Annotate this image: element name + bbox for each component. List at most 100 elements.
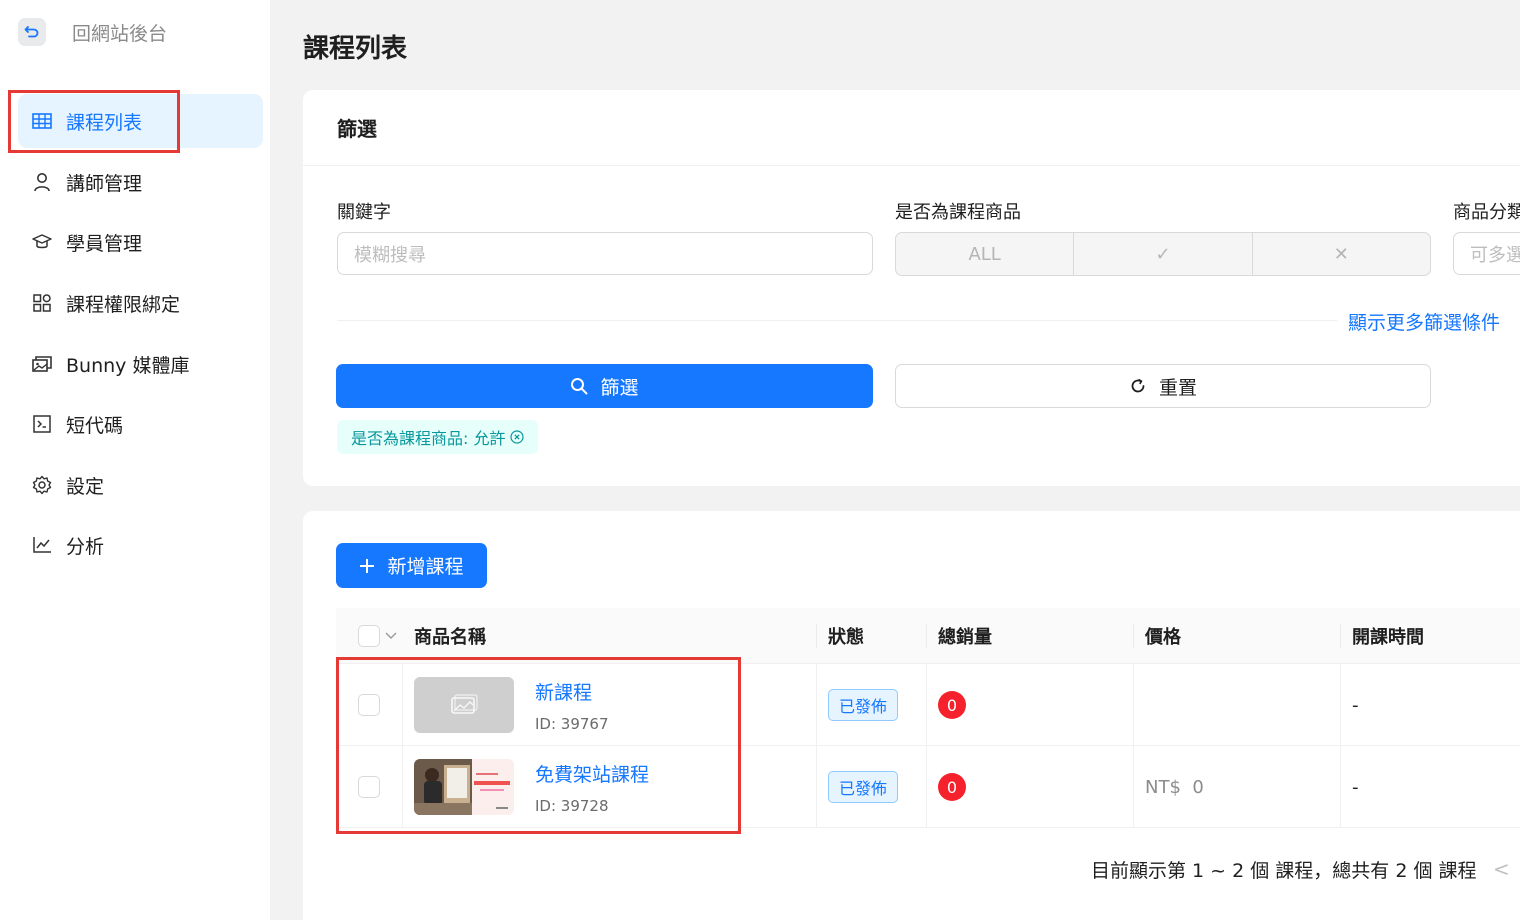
column-separator (926, 664, 927, 746)
column-separator (816, 624, 817, 648)
column-separator (816, 664, 817, 746)
column-header-name[interactable]: 商品名稱 (414, 608, 486, 664)
status-badge: 已發佈 (828, 771, 899, 803)
is-course-label: 是否為課程商品 (895, 202, 1021, 223)
column-header-sales[interactable]: 總銷量 (938, 608, 992, 664)
column-header-start-time[interactable]: 開課時間 (1352, 608, 1424, 664)
table-row: 免費架站課程 ID: 39728 已發佈 0 NT$ 0 - (336, 746, 1520, 828)
course-name-link[interactable]: 免費架站課程 (535, 760, 649, 787)
course-name-link[interactable]: 新課程 (535, 678, 592, 705)
column-separator (402, 746, 403, 828)
price-value: NT$ 0 (1145, 776, 1204, 798)
filter-divider (337, 320, 1337, 321)
apps-icon (32, 293, 52, 313)
course-id: ID: 39767 (535, 714, 609, 733)
sidebar-item-shortcode[interactable]: 短代碼 (18, 397, 263, 451)
add-course-button-label: 新增課程 (387, 556, 464, 578)
code-icon (32, 414, 52, 434)
sidebar-item-label: 講師管理 (66, 172, 143, 195)
row-checkbox[interactable] (358, 776, 380, 798)
column-separator (1133, 746, 1134, 828)
category-label: 商品分類 (1453, 202, 1520, 223)
line-chart-icon (32, 535, 52, 555)
start-time-value: - (1352, 776, 1359, 798)
sidebar-item-label: 設定 (66, 475, 105, 498)
sidebar-item-label: Bunny 媒體庫 (66, 354, 190, 377)
sidebar-item-label: 短代碼 (66, 414, 124, 437)
segment-all[interactable]: ALL (896, 233, 1075, 275)
keyword-placeholder: 模糊搜尋 (354, 244, 426, 266)
course-thumbnail-image[interactable] (414, 759, 514, 815)
chevron-down-icon[interactable] (385, 632, 397, 640)
page-title: 課程列表 (303, 34, 408, 64)
back-label[interactable]: 回網站後台 (72, 19, 167, 46)
more-filters-link[interactable]: 顯示更多篩選條件 (1348, 308, 1500, 335)
category-select[interactable]: 可多選 (1453, 232, 1520, 275)
sidebar: 回網站後台 課程列表 講師管理 學員管理 課程權限綁定 Bunny 媒體庫 短代… (0, 0, 270, 920)
column-header-price[interactable]: 價格 (1145, 608, 1181, 664)
user-icon (32, 172, 52, 192)
column-separator (926, 746, 927, 828)
table-row: 新課程 ID: 39767 已發佈 0 - (336, 664, 1520, 746)
column-separator (1340, 624, 1341, 648)
column-separator (926, 624, 927, 648)
row-checkbox[interactable] (358, 694, 380, 716)
active-filter-tag: 是否為課程商品: 允許 (337, 420, 539, 454)
course-table-card: 新增課程 商品名稱 狀態 總銷量 價格 開課時間 新課程 ID: 39767 已… (303, 511, 1520, 920)
filter-button[interactable]: 篩選 (336, 364, 873, 408)
pagination-summary: 目前顯示第 1 ~ 2 個 課程，總共有 2 個 課程 (1091, 860, 1477, 882)
column-separator (1133, 664, 1134, 746)
filter-card: 篩選 關鍵字 模糊搜尋 是否為課程商品 ALL ✓ ✕ 商品分類 可多選 顯示更… (303, 90, 1520, 486)
back-arrow-icon[interactable] (18, 18, 46, 46)
course-cover-image (414, 759, 514, 815)
keyword-label: 關鍵字 (337, 202, 391, 223)
reset-button-label: 重置 (1158, 376, 1197, 399)
select-all[interactable] (358, 608, 397, 664)
column-separator (816, 746, 817, 828)
filter-button-label: 篩選 (600, 376, 639, 399)
active-filter-tag-label: 是否為課程商品: 允許 (351, 429, 506, 448)
search-icon (570, 377, 588, 395)
sales-count-badge: 0 (938, 691, 966, 719)
sidebar-item-analytics[interactable]: 分析 (18, 518, 263, 572)
column-header-status[interactable]: 狀態 (828, 608, 864, 664)
table-header: 商品名稱 狀態 總銷量 價格 開課時間 (336, 608, 1520, 664)
sidebar-item-students[interactable]: 學員管理 (18, 215, 263, 269)
sidebar-item-bunny-media[interactable]: Bunny 媒體庫 (18, 337, 263, 391)
gear-icon (32, 475, 52, 495)
add-course-button[interactable]: 新增課程 (336, 543, 487, 588)
column-separator (1133, 624, 1134, 648)
sidebar-item-label: 課程列表 (66, 111, 143, 134)
column-separator (402, 664, 403, 746)
sidebar-item-label: 課程權限綁定 (66, 293, 181, 316)
is-course-segmented-control[interactable]: ALL ✓ ✕ (895, 232, 1431, 276)
segment-no-close-icon[interactable]: ✕ (1253, 233, 1430, 275)
course-thumbnail-placeholder[interactable] (414, 677, 514, 733)
column-separator (1340, 664, 1341, 746)
segment-yes-check-icon[interactable]: ✓ (1074, 233, 1253, 275)
chevron-left-icon[interactable]: < (1493, 857, 1510, 881)
sidebar-item-course-access[interactable]: 課程權限綁定 (18, 276, 263, 330)
select-all-checkbox[interactable] (358, 625, 380, 647)
filter-title: 篩選 (303, 90, 1520, 166)
back-to-site[interactable]: 回網站後台 (18, 18, 167, 46)
reset-button[interactable]: 重置 (895, 364, 1431, 408)
reload-icon (1129, 377, 1147, 395)
sales-count-badge: 0 (938, 773, 966, 801)
media-library-icon (32, 354, 52, 374)
column-separator (1340, 746, 1341, 828)
status-badge: 已發佈 (828, 689, 899, 721)
image-icon (451, 694, 478, 714)
sidebar-item-course-list[interactable]: 課程列表 (18, 94, 263, 148)
close-circle-icon[interactable] (510, 430, 525, 444)
sidebar-item-instructors[interactable]: 講師管理 (18, 155, 263, 209)
sidebar-item-label: 學員管理 (66, 232, 143, 255)
keyword-search-input[interactable]: 模糊搜尋 (337, 232, 873, 275)
sidebar-item-settings[interactable]: 設定 (18, 458, 263, 512)
category-placeholder: 可多選 (1470, 244, 1520, 266)
start-time-value: - (1352, 694, 1359, 716)
table-icon (32, 111, 52, 131)
sidebar-item-label: 分析 (66, 535, 105, 558)
plus-icon (359, 558, 375, 574)
course-id: ID: 39728 (535, 796, 609, 815)
